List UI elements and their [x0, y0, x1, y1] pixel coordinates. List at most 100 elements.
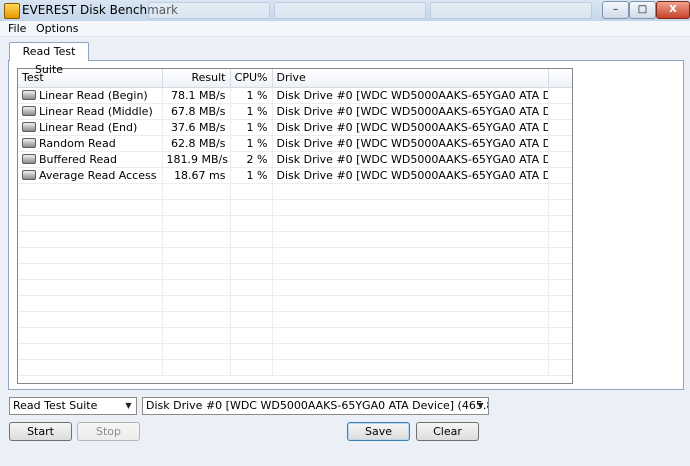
test-name: Buffered Read [39, 152, 118, 166]
stop-button[interactable]: Stop [77, 422, 140, 441]
cell-result [162, 359, 231, 376]
cell-result [162, 199, 231, 216]
cell-test: Random Read [18, 135, 163, 152]
empty-row [18, 343, 572, 360]
empty-row [18, 295, 572, 312]
empty-row [18, 247, 572, 264]
empty-row [18, 327, 572, 344]
cell-drive [272, 359, 549, 376]
cell-cpu [230, 279, 273, 296]
cell-test: Linear Read (Begin) [18, 87, 163, 104]
hard-disk-icon [22, 137, 36, 148]
cell-test [18, 199, 163, 216]
cell-drive: Disk Drive #0 [WDC WD5000AAKS-65YGA0 ATA… [272, 119, 549, 136]
cell-filler [548, 183, 572, 200]
cell-drive: Disk Drive #0 [WDC WD5000AAKS-65YGA0 ATA… [272, 167, 549, 184]
empty-row [18, 215, 572, 232]
table-row[interactable]: Random Read 62.8 MB/s 1 % Disk Drive #0 [WD… [18, 135, 572, 152]
results-body: Linear Read (Begin) 78.1 MB/s 1 % Disk Driv… [18, 87, 572, 376]
table-row[interactable]: Linear Read (End) 37.6 MB/s 1 % Disk Drive … [18, 119, 572, 136]
cell-test [18, 327, 163, 344]
cell-drive [272, 311, 549, 328]
minimize-button[interactable]: – [602, 1, 629, 19]
drive-select-value: Disk Drive #0 [WDC WD5000AAKS-65YGA0 ATA… [146, 399, 489, 412]
cell-filler [548, 295, 572, 312]
results-list[interactable]: Test Result CPU% Drive Linear Read (Begi… [17, 68, 573, 384]
table-row[interactable]: Buffered Read 181.9 MB/s 2 % Disk Drive #0 … [18, 151, 572, 168]
cell-cpu [230, 343, 273, 360]
hard-disk-icon [22, 169, 36, 180]
cell-filler [548, 151, 572, 168]
hard-disk-icon [22, 105, 36, 116]
background-taskbar-ghost [274, 2, 426, 19]
everest-app-icon [4, 3, 20, 19]
cell-cpu: 1 % [230, 87, 273, 104]
cell-cpu [230, 247, 273, 264]
cell-test [18, 359, 163, 376]
cell-result: 67.8 MB/s [162, 103, 231, 120]
test-name: Linear Read (End) [39, 120, 138, 134]
test-name: Random Read [39, 136, 116, 150]
test-name: Linear Read (Begin) [39, 88, 148, 102]
cell-test [18, 263, 163, 280]
table-row[interactable]: Linear Read (Middle) 67.8 MB/s 1 % Disk Dri… [18, 103, 572, 120]
tab-read-test-suite[interactable]: Read Test Suite [9, 42, 89, 76]
cell-cpu: 1 % [230, 119, 273, 136]
cell-result [162, 263, 231, 280]
column-header-cpu[interactable]: CPU% [230, 69, 273, 88]
cell-cpu: 1 % [230, 103, 273, 120]
empty-row [18, 263, 572, 280]
cell-result: 62.8 MB/s [162, 135, 231, 152]
results-table: Test Result CPU% Drive Linear Read (Begi… [18, 69, 572, 376]
clear-button[interactable]: Clear [416, 422, 479, 441]
maximize-button[interactable]: □ [629, 1, 656, 19]
column-header-drive[interactable]: Drive [272, 69, 549, 88]
cell-result [162, 343, 231, 360]
empty-row [18, 183, 572, 200]
cell-filler [548, 103, 572, 120]
close-button[interactable]: X [656, 1, 690, 19]
suite-select[interactable]: Read Test Suite ▼ [9, 397, 137, 415]
cell-test: Average Read Access [18, 167, 163, 184]
cell-result [162, 183, 231, 200]
cell-result: 18.67 ms [162, 167, 231, 184]
cell-drive [272, 215, 549, 232]
cell-test: Buffered Read [18, 151, 163, 168]
column-header-result[interactable]: Result [162, 69, 231, 88]
drive-select[interactable]: Disk Drive #0 [WDC WD5000AAKS-65YGA0 ATA… [142, 397, 489, 415]
empty-row [18, 311, 572, 328]
menu-options[interactable]: Options [36, 22, 78, 35]
cell-drive [272, 279, 549, 296]
cell-filler [548, 231, 572, 248]
table-row[interactable]: Average Read Access 18.67 ms 1 % Disk Drive… [18, 167, 572, 184]
save-button[interactable]: Save [347, 422, 410, 441]
dropdown-arrow-icon: ▼ [125, 401, 132, 410]
table-row[interactable]: Linear Read (Begin) 78.1 MB/s 1 % Disk Driv… [18, 87, 572, 104]
cell-filler [548, 327, 572, 344]
start-button[interactable]: Start [9, 422, 72, 441]
cell-test [18, 295, 163, 312]
cell-test [18, 215, 163, 232]
cell-filler [548, 167, 572, 184]
cell-cpu: 1 % [230, 135, 273, 152]
cell-drive: Disk Drive #0 [WDC WD5000AAKS-65YGA0 ATA… [272, 103, 549, 120]
cell-cpu: 2 % [230, 151, 273, 168]
cell-filler [548, 119, 572, 136]
cell-test [18, 279, 163, 296]
cell-test: Linear Read (End) [18, 119, 163, 136]
cell-drive: Disk Drive #0 [WDC WD5000AAKS-65YGA0 ATA… [272, 151, 549, 168]
cell-drive [272, 247, 549, 264]
dropdown-arrow-icon: ▼ [477, 401, 484, 410]
cell-cpu [230, 295, 273, 312]
cell-cpu [230, 311, 273, 328]
cell-drive [272, 327, 549, 344]
cell-result [162, 247, 231, 264]
tab-panel: Test Result CPU% Drive Linear Read (Begi… [8, 60, 684, 390]
cell-drive [272, 183, 549, 200]
cell-result [162, 311, 231, 328]
menu-file[interactable]: File [8, 22, 26, 35]
suite-select-value: Read Test Suite [13, 399, 98, 412]
hard-disk-icon [22, 121, 36, 132]
cell-drive [272, 343, 549, 360]
empty-row [18, 199, 572, 216]
